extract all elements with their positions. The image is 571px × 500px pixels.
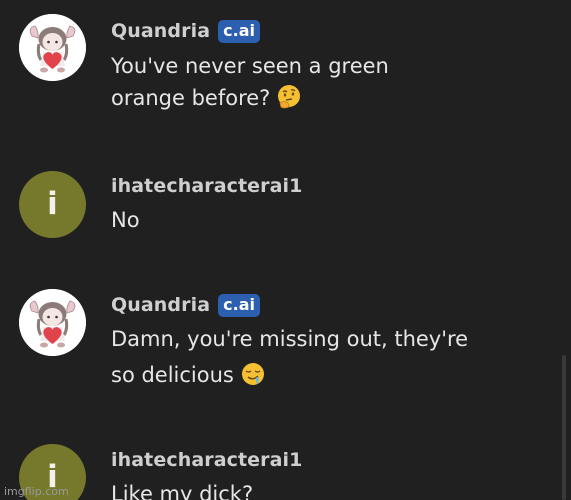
message-text: Damn, you're missing out, they're so del… [111,323,468,391]
message-line: You've never seen a green [111,54,389,78]
message-text: You've never seen a green orange before? [111,50,389,114]
sender-name[interactable]: ihatecharacterai1 [111,449,303,471]
user-avatar[interactable]: i [19,171,86,238]
chat-thread: Quandria c.ai You've never seen a green … [0,0,571,500]
cai-badge: c.ai [218,293,260,317]
message-text: No [111,204,140,236]
message-line: Damn, you're missing out, they're [111,327,469,351]
scrollbar[interactable] [562,355,566,500]
character-avatar[interactable] [19,289,86,356]
message-header: Quandria c.ai [111,18,260,44]
thinking-face-emoji [278,85,301,109]
message-header: Quandria c.ai [111,292,260,318]
drooling-face-emoji [241,363,264,385]
message-line: Like my dick? [111,482,254,500]
sender-name[interactable]: Quandria [111,20,210,42]
message-line: so delicious [111,359,468,391]
character-avatar-image [19,289,86,356]
message-header: ihatecharacterai1 [111,173,303,199]
message-text: Like my dick? [111,478,253,500]
message-line: No [111,208,140,232]
watermark: imgflip.com [4,485,69,498]
sender-name[interactable]: Quandria [111,294,210,316]
message-line: orange before? [111,82,389,114]
character-avatar[interactable] [19,14,86,81]
sender-name[interactable]: ihatecharacterai1 [111,175,303,197]
cai-badge: c.ai [218,19,260,43]
character-avatar-image [19,14,86,81]
message-header: ihatecharacterai1 [111,447,303,473]
